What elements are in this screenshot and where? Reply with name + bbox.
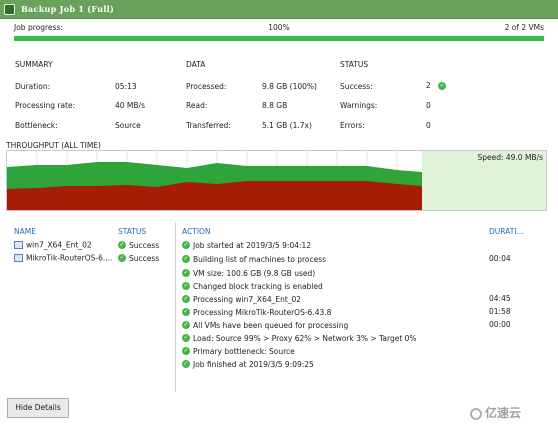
check-icon: ✓ bbox=[182, 321, 190, 329]
action-duration: 00:04 bbox=[489, 254, 511, 263]
transferred-label: Transferred: bbox=[186, 121, 231, 130]
action-text: Job started at 2019/3/5 9:04:12 bbox=[193, 240, 312, 250]
action-row[interactable]: ✓ Job finished at 2019/3/5 9:09:25 bbox=[182, 359, 314, 369]
action-text: Processing win7_X64_Ent_02 bbox=[193, 294, 302, 304]
action-text: Job finished at 2019/3/5 9:09:25 bbox=[193, 359, 314, 369]
vm-status-text: Success bbox=[129, 240, 160, 250]
duration-label: Duration: bbox=[15, 82, 51, 91]
check-icon: ✓ bbox=[182, 360, 190, 368]
action-text: All VMs have been queued for processing bbox=[193, 320, 349, 330]
warnings-value: 0 bbox=[426, 101, 431, 110]
vm-name: MikroTik-RouterOS-6.... bbox=[26, 253, 113, 263]
read-label: Read: bbox=[186, 101, 208, 110]
duration-header[interactable]: DURATI... bbox=[489, 227, 524, 236]
vm-status: ✓ Success bbox=[118, 253, 159, 263]
check-icon: ✓ bbox=[182, 241, 190, 249]
success-count-value: 2 bbox=[426, 81, 431, 90]
action-text: Building list of machines to process bbox=[193, 254, 327, 264]
job-progress-fill bbox=[14, 36, 544, 41]
panel-divider bbox=[175, 222, 176, 392]
vm-name-header[interactable]: NAME bbox=[14, 227, 36, 236]
check-icon: ✓ bbox=[182, 334, 190, 342]
vm-row[interactable]: MikroTik-RouterOS-6.... bbox=[14, 253, 112, 263]
job-progress-percent: 100% bbox=[268, 23, 290, 32]
action-text: Processing MikroTik-RouterOS-6.43.8 bbox=[193, 307, 332, 317]
action-text: Changed block tracking is enabled bbox=[193, 281, 323, 291]
duration-value: 05:13 bbox=[115, 82, 137, 91]
window-title: Backup Job 1 (Full) bbox=[21, 4, 115, 14]
summary-title: SUMMARY bbox=[15, 60, 53, 69]
job-progress-header: Job progress: 100% 2 of 2 VMs bbox=[14, 23, 544, 33]
errors-label: Errors: bbox=[340, 121, 365, 130]
vm-status: ✓ Success bbox=[118, 240, 159, 250]
watermark: 亿速云 bbox=[470, 404, 521, 421]
action-duration: 04:45 bbox=[489, 294, 511, 303]
success-label: Success: bbox=[340, 82, 373, 91]
processing-rate-value: 40 MB/s bbox=[115, 101, 145, 110]
action-row[interactable]: ✓ Processing MikroTik-RouterOS-6.43.8 bbox=[182, 307, 331, 317]
action-row[interactable]: ✓ All VMs have been queued for processing bbox=[182, 320, 348, 330]
check-icon: ✓ bbox=[118, 254, 126, 262]
warnings-label: Warnings: bbox=[340, 101, 378, 110]
success-count: 2 ✓ bbox=[426, 81, 447, 90]
status-title: STATUS bbox=[340, 60, 369, 69]
processing-rate-label: Processing rate: bbox=[15, 101, 76, 110]
action-row[interactable]: ✓ Job started at 2019/3/5 9:04:12 bbox=[182, 240, 311, 250]
action-row[interactable]: ✓ Processing win7_X64_Ent_02 bbox=[182, 294, 301, 304]
data-title: DATA bbox=[186, 60, 206, 69]
vm-name: win7_X64_Ent_02 bbox=[26, 240, 92, 250]
check-icon: ✓ bbox=[182, 308, 190, 316]
action-row[interactable]: ✓ Building list of machines to process bbox=[182, 254, 326, 264]
errors-value: 0 bbox=[426, 121, 431, 130]
hide-details-button[interactable]: Hide Details bbox=[7, 398, 69, 418]
transferred-value: 5.1 GB (1.7x) bbox=[262, 121, 312, 130]
check-icon: ✓ bbox=[438, 82, 447, 90]
check-icon: ✓ bbox=[182, 269, 190, 277]
check-icon: ✓ bbox=[182, 255, 190, 263]
throughput-chart: Speed: 49.0 MB/s bbox=[6, 150, 547, 211]
throughput-title: THROUGHPUT (ALL TIME) bbox=[6, 141, 101, 150]
vm-status-header[interactable]: STATUS bbox=[118, 227, 146, 236]
app-icon bbox=[4, 4, 15, 15]
action-row[interactable]: ✓ Changed block tracking is enabled bbox=[182, 281, 323, 291]
action-text: Load: Source 99% > Proxy 62% > Network 3… bbox=[193, 333, 417, 343]
job-progress-bar bbox=[14, 36, 544, 41]
bottleneck-value: Source bbox=[115, 121, 141, 130]
vm-status-text: Success bbox=[129, 253, 160, 263]
vm-icon bbox=[14, 254, 23, 262]
action-row[interactable]: ✓ VM size: 100.6 GB (9.8 GB used) bbox=[182, 268, 315, 278]
watermark-logo-icon bbox=[470, 407, 482, 420]
action-row[interactable]: ✓ Primary bottleneck: Source bbox=[182, 346, 295, 356]
action-duration: 01:58 bbox=[489, 307, 511, 316]
action-row[interactable]: ✓ Load: Source 99% > Proxy 62% > Network … bbox=[182, 333, 417, 343]
throughput-graph bbox=[7, 151, 546, 210]
throughput-speed: Speed: 49.0 MB/s bbox=[477, 153, 543, 162]
job-vm-count: 2 of 2 VMs bbox=[504, 23, 544, 32]
bottleneck-label: Bottleneck: bbox=[15, 121, 58, 130]
title-bar: Backup Job 1 (Full) bbox=[0, 0, 558, 19]
vm-icon bbox=[14, 241, 23, 249]
check-icon: ✓ bbox=[182, 295, 190, 303]
watermark-text: 亿速云 bbox=[485, 406, 522, 420]
action-text: Primary bottleneck: Source bbox=[193, 346, 295, 356]
check-icon: ✓ bbox=[118, 241, 126, 249]
check-icon: ✓ bbox=[182, 347, 190, 355]
action-duration: 00:00 bbox=[489, 320, 511, 329]
action-text: VM size: 100.6 GB (9.8 GB used) bbox=[193, 268, 316, 278]
action-header[interactable]: ACTION bbox=[182, 227, 211, 236]
processed-label: Processed: bbox=[186, 82, 227, 91]
read-value: 8.8 GB bbox=[262, 101, 288, 110]
vm-row[interactable]: win7_X64_Ent_02 bbox=[14, 240, 92, 250]
processed-value: 9.8 GB (100%) bbox=[262, 82, 317, 91]
check-icon: ✓ bbox=[182, 282, 190, 290]
